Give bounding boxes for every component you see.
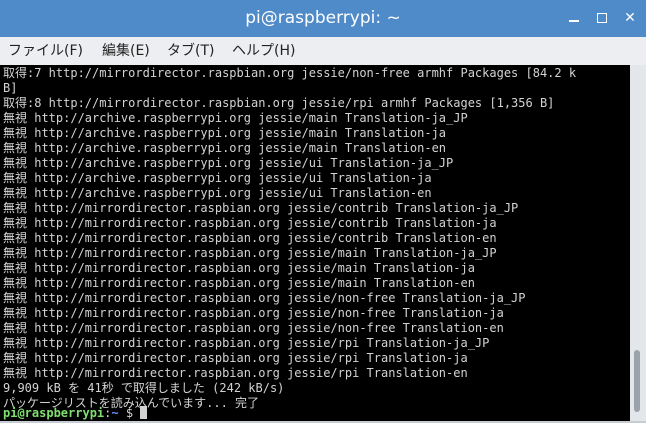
terminal-line: 無視 http://archive.raspberrypi.org jessie… bbox=[3, 186, 432, 200]
prompt-symbol: $ bbox=[118, 406, 141, 420]
text-cursor bbox=[140, 406, 148, 419]
terminal-line: 無視 http://mirrordirector.raspbian.org je… bbox=[3, 276, 475, 290]
vertical-scrollbar[interactable] bbox=[630, 65, 646, 421]
scrollbar-thumb[interactable] bbox=[634, 350, 640, 412]
minimize-button[interactable] bbox=[563, 8, 585, 28]
shell-prompt-line[interactable]: pi@raspberrypi:~ $ bbox=[3, 406, 148, 421]
close-button[interactable]: ✕ bbox=[619, 8, 641, 28]
menu-tabs[interactable]: タブ(T) bbox=[167, 41, 214, 61]
terminal-line: 無視 http://mirrordirector.raspbian.org je… bbox=[3, 201, 519, 215]
terminal-line: 無視 http://mirrordirector.raspbian.org je… bbox=[3, 351, 468, 365]
terminal-line: 無視 http://mirrordirector.raspbian.org je… bbox=[3, 261, 475, 275]
maximize-button[interactable] bbox=[591, 8, 613, 28]
menu-edit[interactable]: 編集(E) bbox=[102, 41, 150, 61]
terminal-line: 無視 http://mirrordirector.raspbian.org je… bbox=[3, 246, 497, 260]
terminal-line: 無視 http://archive.raspberrypi.org jessie… bbox=[3, 156, 454, 170]
minimize-icon bbox=[569, 20, 579, 22]
terminal-line: 無視 http://archive.raspberrypi.org jessie… bbox=[3, 141, 447, 155]
terminal-line: 無視 http://mirrordirector.raspbian.org je… bbox=[3, 306, 504, 320]
prompt-path: ~ bbox=[111, 406, 119, 420]
terminal-line: 取得:7 http://mirrordirector.raspbian.org … bbox=[3, 66, 577, 80]
title-bar[interactable]: pi@raspberrypi: ~ ✕ bbox=[0, 0, 646, 37]
menu-file[interactable]: ファイル(F) bbox=[8, 41, 83, 61]
menu-bar: ファイル(F) 編集(E) タブ(T) ヘルプ(H) bbox=[0, 37, 646, 65]
window-title: pi@raspberrypi: ~ bbox=[245, 8, 401, 28]
prompt-user-host: pi@raspberrypi bbox=[3, 406, 105, 420]
terminal-line: 無視 http://mirrordirector.raspbian.org je… bbox=[3, 216, 497, 230]
terminal-line: 無視 http://mirrordirector.raspbian.org je… bbox=[3, 291, 526, 305]
maximize-icon bbox=[597, 13, 607, 23]
terminal-window: pi@raspberrypi: ~ ✕ ファイル(F) 編集(E) タブ(T) … bbox=[0, 0, 646, 423]
close-icon: ✕ bbox=[624, 10, 636, 26]
terminal-line: 無視 http://mirrordirector.raspbian.org je… bbox=[3, 231, 497, 245]
terminal-line: 無視 http://archive.raspberrypi.org jessie… bbox=[3, 111, 468, 125]
terminal-line: 無視 http://archive.raspberrypi.org jessie… bbox=[3, 126, 447, 140]
terminal-line: 9,909 kB を 41秒 で取得しました (242 kB/s) bbox=[3, 381, 285, 395]
terminal-output[interactable]: 取得:7 http://mirrordirector.raspbian.org … bbox=[0, 65, 630, 421]
terminal-line: 無視 http://archive.raspberrypi.org jessie… bbox=[3, 171, 432, 185]
terminal-line: 無視 http://mirrordirector.raspbian.org je… bbox=[3, 366, 468, 380]
terminal-line: 取得:8 http://mirrordirector.raspbian.org … bbox=[3, 96, 555, 110]
terminal-line: B] bbox=[3, 81, 18, 95]
terminal-line: 無視 http://mirrordirector.raspbian.org je… bbox=[3, 321, 504, 335]
menu-help[interactable]: ヘルプ(H) bbox=[232, 41, 295, 61]
terminal-line: 無視 http://mirrordirector.raspbian.org je… bbox=[3, 336, 490, 350]
